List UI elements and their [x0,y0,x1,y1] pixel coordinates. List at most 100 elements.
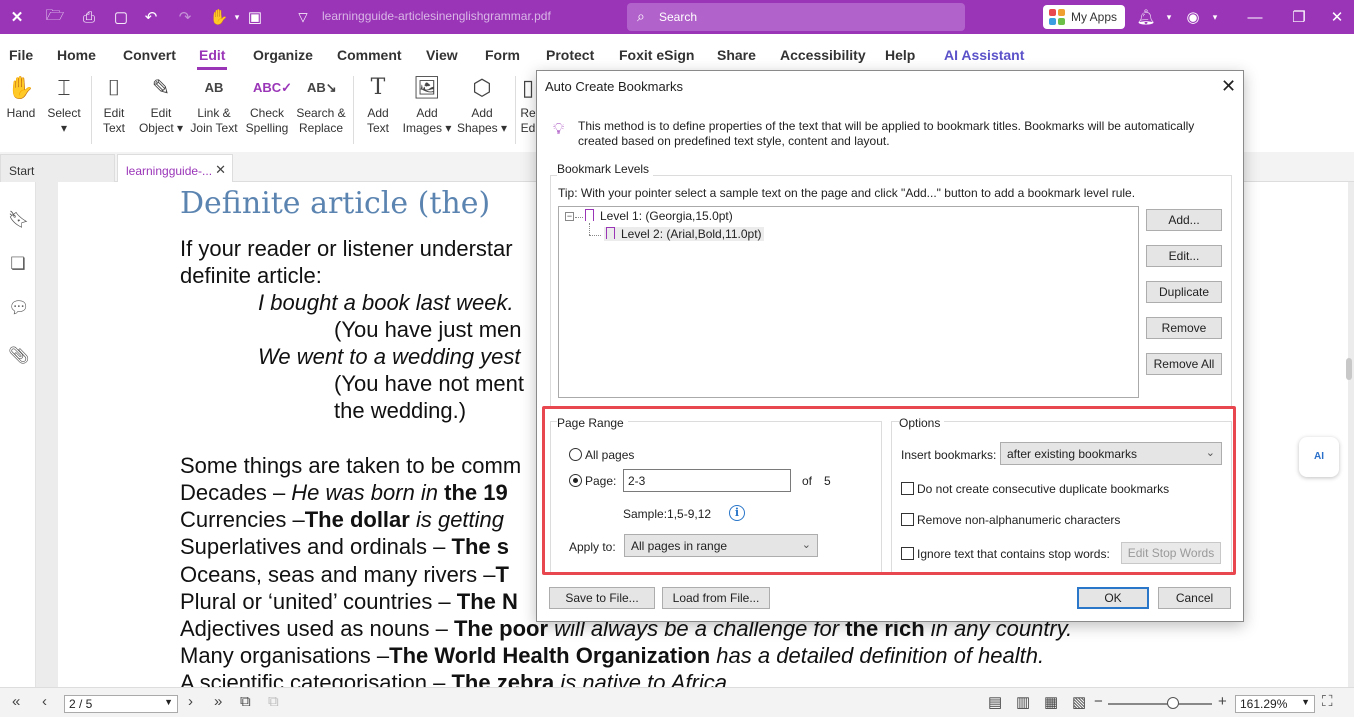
notifications-bell-icon[interactable]: 🔔︎ [1135,6,1157,28]
ai-assistant-float-button[interactable]: AI [1299,437,1339,477]
apps-grid-icon [1049,9,1065,25]
menu-ai-assistant[interactable]: AI Assistant [944,47,1024,63]
document-text-run: The N [456,589,518,614]
zoom-in-icon[interactable]: + [1218,693,1227,710]
edit-object-button[interactable]: ✎ Edit Object ▾ [136,74,186,136]
navigation-panel: 🔖︎ ❏ 💬︎ 📎︎ [0,182,36,687]
pages-panel-icon[interactable]: ❏ [8,254,28,274]
undo-icon[interactable]: ↶ [140,6,162,28]
continuous-facing-view-icon[interactable]: ▧ [1072,693,1086,711]
print-icon[interactable]: ⎙ [78,6,100,28]
check-spelling-button[interactable]: ABC✓ Check Spelling [244,74,292,136]
restore-icon[interactable]: ❐ [1288,6,1310,28]
minimize-icon[interactable]: — [1244,6,1266,28]
document-text-run: is native to Africa [554,670,727,687]
menu-file[interactable]: File [9,47,33,63]
save-icon[interactable]: ▣ [244,6,266,28]
previous-page-icon[interactable]: ‹ [42,693,47,710]
edit-level-button[interactable]: Edit... [1146,245,1222,267]
menu-view[interactable]: View [426,47,458,63]
next-view-icon[interactable]: ⧉ [268,693,279,710]
previous-view-icon[interactable]: ⧉ [240,693,251,710]
hand-button[interactable]: ✋ Hand [4,74,38,121]
comments-panel-icon[interactable]: 💬︎ [8,298,30,318]
menu-organize[interactable]: Organize [253,47,313,63]
cancel-button[interactable]: Cancel [1158,587,1231,609]
new-document-icon[interactable]: ▢ [110,6,132,28]
document-text-run: T [495,562,509,587]
add-images-label-2: Images ▾ [402,121,452,135]
page-number-input[interactable]: 2 / 5 ▼ [64,695,178,713]
customize-dropdown-icon[interactable]: ▽ [292,6,314,28]
load-from-file-button[interactable]: Load from File... [662,587,770,609]
account-dropdown-icon[interactable]: ▾ [1204,6,1226,28]
menu-help[interactable]: Help [885,47,915,63]
lightbulb-icon: 💡︎ [553,121,565,138]
redact-button-partial[interactable]: ▯ Re Ed [520,74,536,136]
link-join-label-2: Join Text [190,121,238,135]
document-text-run: is getting [409,507,505,532]
account-icon[interactable]: ◉ [1182,6,1204,28]
menu-share[interactable]: Share [717,47,756,63]
fullscreen-icon[interactable]: ⛶ [1322,693,1333,710]
edit-text-button[interactable]: ⌷ Edit Text [97,74,131,136]
menu-convert[interactable]: Convert [123,47,176,63]
document-text-run: (You have just men [334,317,522,342]
my-apps-button[interactable]: My Apps [1043,5,1125,29]
single-page-view-icon[interactable]: ▤ [988,693,1002,711]
tree-collapse-icon[interactable]: − [565,212,574,221]
tab-document[interactable]: learningguide-... ✕ [117,154,233,182]
select-button[interactable]: ⌶ Select ▾ [44,74,84,136]
search-replace-label-2: Replace [298,121,344,135]
close-window-icon[interactable]: ✕ [1326,6,1348,28]
select-cursor-icon: ⌶ [57,75,71,100]
search-replace-button[interactable]: AB↘ Search & Replace [296,74,346,136]
last-page-icon[interactable]: » [214,693,222,710]
document-text-line: A scientific categorisation – The zebra … [180,670,727,687]
attachments-panel-icon[interactable]: 📎︎ [8,346,30,366]
tab-start[interactable]: Start [0,154,115,182]
menu-form[interactable]: Form [485,47,520,63]
dialog-title: Auto Create Bookmarks [545,79,684,94]
next-page-icon[interactable]: › [188,693,193,710]
menu-edit[interactable]: Edit [199,47,225,63]
menu-accessibility[interactable]: Accessibility [780,47,866,63]
link-join-text-button[interactable]: AB Link & Join Text [190,74,238,136]
select-label: Select [47,106,81,120]
bookmark-level-1[interactable]: Level 1: (Georgia,15.0pt) [585,209,733,223]
continuous-view-icon[interactable]: ▥ [1016,693,1030,711]
menu-protect[interactable]: Protect [546,47,594,63]
remove-level-button[interactable]: Remove [1146,317,1222,339]
notifications-dropdown-icon[interactable]: ▾ [1158,6,1180,28]
document-text-line: We went to a wedding yest [258,344,521,370]
page-number-value: 2 / 5 [69,697,93,711]
bookmark-level-2[interactable]: Level 2: (Arial,Bold,11.0pt) [604,227,764,241]
add-level-button[interactable]: Add... [1146,209,1222,231]
document-text-run: (You have not ment [334,371,524,396]
add-images-button[interactable]: 🖼︎ Add Images ▾ [402,74,452,136]
facing-view-icon[interactable]: ▦ [1044,693,1058,711]
add-text-button[interactable]: T Add Text [362,74,394,136]
close-tab-icon[interactable]: ✕ [215,162,226,178]
vertical-scrollbar-thumb[interactable] [1346,358,1352,380]
ok-button[interactable]: OK [1077,587,1149,609]
first-page-icon[interactable]: « [12,693,20,710]
zoom-slider-track[interactable] [1108,703,1212,705]
add-shapes-button[interactable]: ⬡ Add Shapes ▾ [456,74,508,136]
remove-all-levels-button[interactable]: Remove All [1146,353,1222,375]
zoom-out-icon[interactable]: − [1094,693,1103,710]
menu-foxit-esign[interactable]: Foxit eSign [619,47,694,63]
bookmark-panel-icon[interactable]: 🔖︎ [8,210,30,230]
bookmark-levels-tree[interactable]: − Level 1: (Georgia,15.0pt) Level 2: (Ar… [558,206,1139,398]
duplicate-level-button[interactable]: Duplicate [1146,281,1222,303]
zoom-level-value: 161.29% [1240,697,1288,711]
menu-comment[interactable]: Comment [337,47,402,63]
zoom-level-input[interactable]: 161.29% ▼ [1235,695,1315,713]
save-to-file-button[interactable]: Save to File... [549,587,655,609]
dialog-close-icon[interactable]: ✕ [1221,76,1236,97]
search-box[interactable]: ⌕ Search [627,3,965,31]
zoom-slider-handle[interactable] [1167,697,1179,709]
menu-home[interactable]: Home [57,47,96,63]
open-folder-icon[interactable]: 🗁 [44,6,66,28]
redo-icon[interactable]: ↷ [174,6,196,28]
